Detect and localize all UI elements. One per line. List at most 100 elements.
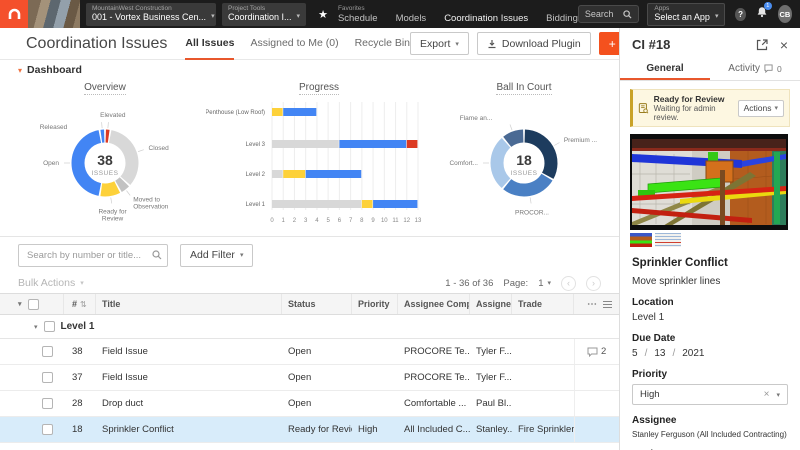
comment-icon [764, 64, 773, 73]
tools-selector-label: Project Tools [228, 5, 266, 12]
dashboard-toggle[interactable]: ▾ Dashboard [0, 60, 619, 80]
dashboard-charts: Overview Elevated Closed Moved to Observati… [0, 80, 619, 236]
row-checkbox[interactable] [42, 372, 53, 383]
table-body: 38 Field Issue Open PROCORE Te... Tyler F...… [0, 339, 619, 443]
tab-general[interactable]: General [620, 59, 710, 80]
search-icon [152, 249, 162, 259]
group-checkbox[interactable] [43, 321, 55, 332]
chart-title-progress: Progress [298, 81, 339, 95]
tab-activity[interactable]: Activity 0 [710, 59, 800, 80]
banner-status: Ready for Review [653, 94, 725, 104]
location-label: Location [632, 297, 674, 308]
search-input[interactable] [18, 243, 168, 267]
page-select[interactable]: 1 ▾ [538, 278, 551, 289]
select-all-checkbox[interactable] [27, 298, 39, 310]
notification-badge: 1 [763, 2, 772, 10]
nav-item-schedule[interactable]: Schedule [338, 13, 378, 24]
svg-text:Penthouse (Low Roof): Penthouse (Low Roof) [206, 110, 265, 116]
column-number[interactable]: # [72, 299, 77, 309]
nav-item-bidding[interactable]: Bidding [546, 13, 578, 24]
table-cell: Tyler F... [476, 372, 512, 383]
column-trade[interactable]: Trade [512, 294, 574, 314]
issue-id-title: CI #18 [632, 37, 671, 52]
more-options-icon[interactable]: ⋯ [587, 299, 597, 310]
svg-text:Premium ...: Premium ... [564, 137, 597, 144]
next-page-button[interactable]: › [586, 275, 601, 291]
model-snapshot-thumbnail[interactable] [630, 233, 652, 247]
svg-text:2: 2 [293, 218, 297, 224]
create-issue-button[interactable]: +Create Issue [598, 32, 619, 55]
nav-item-models[interactable]: Models [396, 13, 427, 24]
column-status[interactable]: Status [282, 294, 352, 314]
close-icon[interactable]: × [780, 38, 788, 52]
group-row-level-1[interactable]: ▾ Level 1 [0, 315, 619, 339]
svg-text:10: 10 [381, 218, 388, 224]
markup-snapshot-thumbnail[interactable] [655, 233, 681, 247]
top-navigation-bar: MountainWest Construction 001 - Vortex B… [0, 0, 800, 28]
user-avatar[interactable]: CB [777, 5, 792, 23]
column-title[interactable]: Title [96, 294, 282, 314]
due-day: 13 [654, 348, 666, 359]
due-year: 2021 [682, 348, 705, 359]
progress-bar-chart: Penthouse (Low Roof) Level 3 Level 2 Level … [206, 102, 422, 224]
svg-text:7: 7 [349, 218, 353, 224]
prev-page-button[interactable]: ‹ [561, 275, 576, 291]
row-checkbox[interactable] [42, 346, 53, 357]
tab-assigned-to-me[interactable]: Assigned to Me (0) [250, 28, 338, 60]
row-checkbox[interactable] [42, 424, 53, 435]
table-row[interactable]: 18 Sprinkler Conflict Ready for Review High… [0, 417, 619, 443]
table-cell: High [358, 424, 378, 435]
table-cell [0, 339, 64, 364]
ball-in-court-donut-chart: Premium ... PROCOR... Comfort... Flame an..… [449, 115, 597, 217]
favorites-star-icon[interactable]: ★ [318, 8, 328, 21]
range-text: 1 - 36 of 36 [445, 277, 494, 289]
chart-title-ball-in-court: Ball In Court [496, 81, 552, 95]
procore-logo[interactable] [0, 0, 28, 28]
table-cell: Tyler F... [476, 346, 512, 357]
add-filter-button[interactable]: Add Filter ▾ [180, 243, 254, 267]
table-cell [574, 417, 619, 442]
bulk-actions-button[interactable]: Bulk Actions ▾ [18, 277, 84, 289]
apps-selector-label: Apps [654, 5, 670, 12]
download-plugin-button[interactable]: Download Plugin [476, 32, 591, 55]
row-checkbox[interactable] [42, 398, 53, 409]
svg-text:3: 3 [304, 218, 308, 224]
main-content: Coordination Issues All Issues Assigned … [0, 28, 620, 450]
svg-text:Level 2: Level 2 [246, 172, 266, 178]
tab-recycle-bin[interactable]: Recycle Bin [355, 28, 410, 60]
global-search-box[interactable]: Search [577, 5, 640, 23]
priority-select[interactable]: High × ▾ [632, 384, 788, 405]
model-viewport[interactable] [630, 134, 788, 230]
assignee-value: Stanley Ferguson (All Included Contracti… [632, 430, 787, 439]
export-button[interactable]: Export ▾ [410, 32, 469, 55]
nav-item-coordination-issues[interactable]: Coordination Issues [444, 13, 528, 24]
project-tools-selector[interactable]: Project Tools Coordination I... ▾ [222, 2, 307, 26]
svg-text:4: 4 [315, 218, 319, 224]
page-title: Coordination Issues [26, 34, 168, 52]
table-row[interactable]: 37 Field Issue Open PROCORE Te... Tyler F... [0, 365, 619, 391]
column-assignee[interactable]: Assignee [470, 294, 512, 314]
actions-button[interactable]: Actions ▾ [737, 99, 784, 117]
collapse-all-icon[interactable]: ▾ [18, 300, 22, 308]
svg-text:Level 3: Level 3 [246, 142, 266, 148]
apps-selector[interactable]: Apps Select an App ▾ [647, 2, 726, 26]
sort-icon[interactable]: ⇅ [80, 300, 87, 309]
due-date-field[interactable]: 5/13/2021 [632, 348, 788, 359]
table-row[interactable]: 28 Drop duct Open Comfortable ... Paul Bl... [0, 391, 619, 417]
column-settings-icon[interactable] [603, 300, 612, 308]
chevron-down-icon: ▾ [455, 40, 459, 48]
chart-title-overview: Overview [84, 81, 126, 95]
svg-text:Ready forReview: Ready for Review [98, 208, 127, 222]
expand-icon[interactable] [756, 38, 768, 51]
svg-text:12: 12 [403, 218, 410, 224]
help-icon[interactable]: ? [735, 7, 746, 21]
svg-text:Released: Released [40, 124, 68, 131]
column-assignee-company[interactable]: Assignee Company [398, 294, 470, 314]
tab-all-issues[interactable]: All Issues [185, 28, 235, 60]
project-photo-thumbnail[interactable] [28, 0, 80, 28]
table-row[interactable]: 38 Field Issue Open PROCORE Te... Tyler F...… [0, 339, 619, 365]
clear-icon[interactable]: × [764, 389, 770, 400]
project-selector[interactable]: MountainWest Construction 001 - Vortex B… [86, 2, 216, 26]
notifications-button[interactable]: 1 [756, 2, 772, 23]
column-priority[interactable]: Priority [352, 294, 398, 314]
